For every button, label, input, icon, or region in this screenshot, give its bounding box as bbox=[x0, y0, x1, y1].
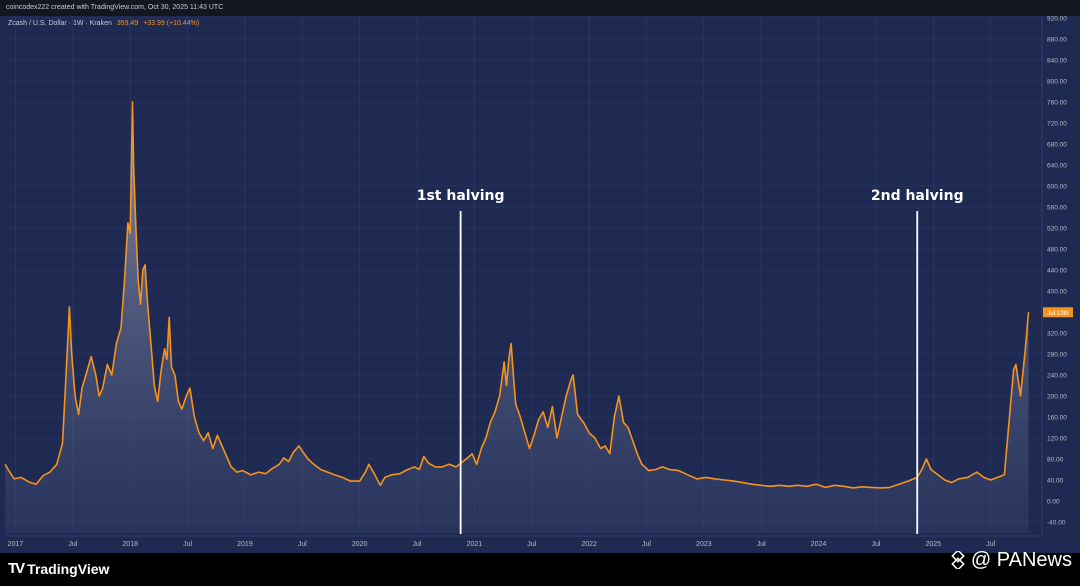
x-tick-label: 2020 bbox=[352, 541, 368, 548]
price-value: 359.49 bbox=[116, 20, 139, 27]
x-tick-label: 2022 bbox=[581, 541, 597, 548]
y-tick-label: 200.00 bbox=[1047, 394, 1067, 401]
x-tick-label: 2019 bbox=[237, 541, 253, 548]
y-tick-label: 520.00 bbox=[1047, 226, 1067, 233]
y-tick-label: 120.00 bbox=[1047, 436, 1067, 443]
y-tick-label: 880.00 bbox=[1047, 37, 1067, 44]
y-tick-label: 480.00 bbox=[1047, 247, 1067, 254]
x-tick-label: 2024 bbox=[811, 541, 827, 548]
footer-bar bbox=[0, 553, 1080, 586]
y-tick-label: -40.00 bbox=[1047, 520, 1066, 527]
y-tick-label: 720.00 bbox=[1047, 121, 1067, 128]
x-tick-label: Jul bbox=[757, 541, 766, 548]
y-tick-label: 440.00 bbox=[1047, 268, 1067, 275]
symbol-label: Zcash / U.S. Dollar · 1W · Kraken bbox=[8, 20, 112, 27]
price-change: +33.99 (+10.44%) bbox=[143, 20, 200, 27]
x-tick-label: Jul bbox=[871, 541, 880, 548]
x-tick-label: Jul bbox=[68, 541, 77, 548]
x-tick-label: 2023 bbox=[696, 541, 712, 548]
watermark-text: @ PANews bbox=[970, 549, 1072, 571]
tradingview-logo: TV TradingView bbox=[8, 560, 109, 578]
x-tick-label: 2025 bbox=[926, 541, 942, 548]
y-tick-label: 80.00 bbox=[1047, 457, 1064, 464]
y-tick-label: 760.00 bbox=[1047, 100, 1067, 107]
y-tick-label: 840.00 bbox=[1047, 58, 1067, 65]
y-tick-label: 0.00 bbox=[1047, 499, 1060, 506]
y-tick-label: 560.00 bbox=[1047, 205, 1067, 212]
binance-diamond-icon bbox=[951, 551, 965, 569]
y-tick-label: 400.00 bbox=[1047, 289, 1067, 296]
y-tick-label: 160.00 bbox=[1047, 415, 1067, 422]
x-tick-label: Jul bbox=[642, 541, 651, 548]
y-tick-label: 40.00 bbox=[1047, 478, 1064, 485]
x-tick-label: 2021 bbox=[467, 541, 483, 548]
halving-label: 1st halving bbox=[417, 188, 505, 204]
y-tick-label: 240.00 bbox=[1047, 373, 1067, 380]
x-tick-label: 2017 bbox=[8, 541, 24, 548]
x-tick-label: Jul bbox=[413, 541, 422, 548]
price-chart[interactable]: 1st halving 2nd halving -40.00 0.00 40.00 80… bbox=[0, 0, 1080, 553]
y-tick-label: 320.00 bbox=[1047, 331, 1067, 338]
tradingview-label: TradingView bbox=[27, 561, 110, 577]
x-tick-label: 2018 bbox=[122, 541, 138, 548]
y-tick-label: 640.00 bbox=[1047, 163, 1067, 170]
y-tick-label: 920.00 bbox=[1047, 16, 1067, 23]
x-tick-label: Jul bbox=[183, 541, 192, 548]
current-price-tag-label: Jul 13th bbox=[1047, 310, 1069, 317]
y-tick-label: 800.00 bbox=[1047, 79, 1067, 86]
panews-watermark: @ PANews bbox=[949, 547, 1072, 573]
x-tick-label: Jul bbox=[527, 541, 536, 548]
y-tick-label: 280.00 bbox=[1047, 352, 1067, 359]
tradingview-icon: TV bbox=[8, 560, 25, 577]
y-tick-label: 680.00 bbox=[1047, 142, 1067, 149]
x-tick-label: Jul bbox=[298, 541, 307, 548]
price-area-fill bbox=[5, 102, 1029, 533]
chart-legend: Zcash / U.S. Dollar · 1W · Kraken 359.49… bbox=[8, 20, 199, 27]
halving-label: 2nd halving bbox=[871, 188, 964, 204]
y-tick-label: 600.00 bbox=[1047, 184, 1067, 191]
